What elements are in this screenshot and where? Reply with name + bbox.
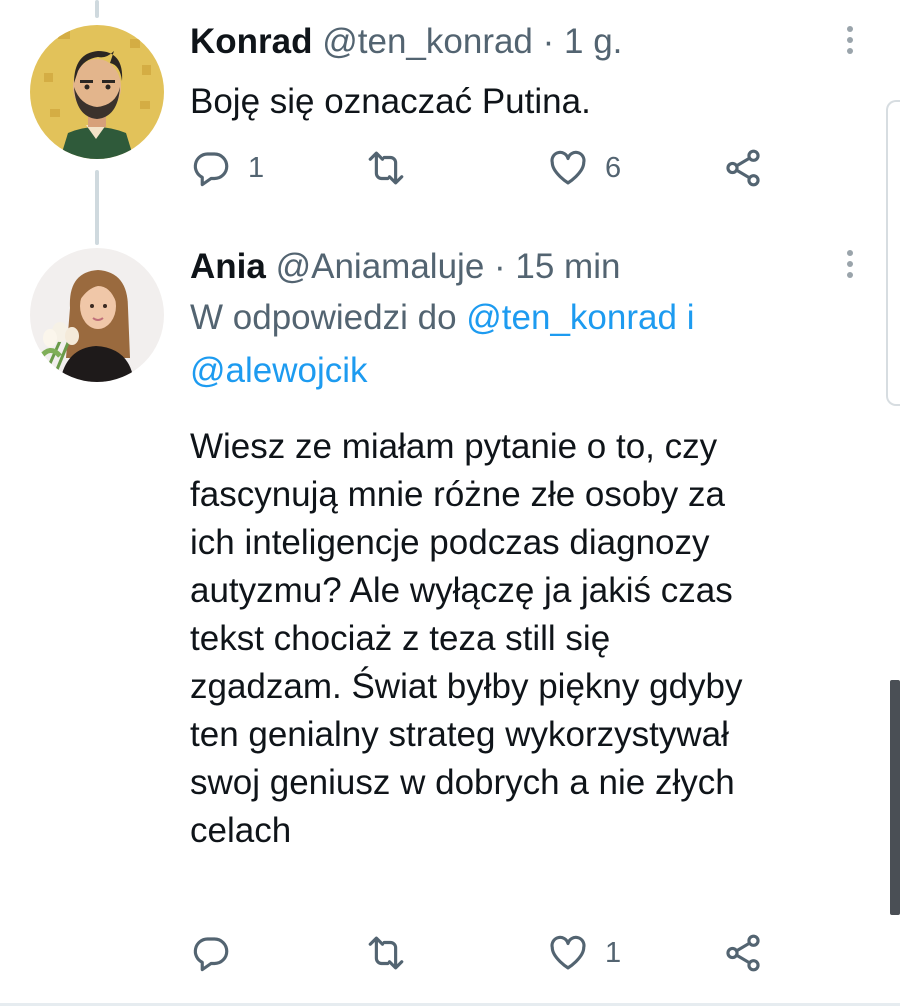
more-vertical-icon: [847, 250, 853, 256]
tweet-text: Boję się oznaczać Putina.: [190, 82, 591, 121]
like-button[interactable]: 6: [547, 145, 621, 191]
reply-count: 1: [248, 151, 265, 184]
avatar-konrad-image: [30, 25, 164, 159]
reply-icon: [193, 937, 229, 972]
like-count: 6: [605, 151, 622, 184]
reply-context: W odpowiedzi do @ten_konrad i @alewojcik: [190, 291, 840, 397]
more-dot: [847, 37, 853, 43]
timestamp[interactable]: 1 g.: [564, 22, 622, 61]
reply-prefix: W odpowiedzi do: [190, 298, 457, 337]
more-options-button[interactable]: [843, 250, 857, 278]
tweet-actions: 1: [190, 930, 790, 976]
tweet-text-line: autyzmu? Ale wyłączę ja jakiś czas: [190, 571, 733, 610]
more-vertical-icon: [847, 26, 853, 32]
share-button[interactable]: [722, 930, 764, 976]
reply-icon: [193, 152, 229, 187]
display-name[interactable]: Ania: [190, 247, 266, 286]
retweet-icon: [368, 151, 404, 185]
heart-icon: [550, 150, 586, 185]
tweet-text-line: zgadzam. Świat byłby piękny gdyby: [190, 667, 743, 706]
more-dot: [847, 261, 853, 267]
tweet-header: Ania @Aniamaluje · 15 min: [190, 247, 840, 287]
header-separator: ·: [494, 247, 506, 286]
tweet-ania[interactable]: Ania @Aniamaluje · 15 min W odpowiedzi d…: [0, 220, 900, 1003]
reply-button[interactable]: 1: [190, 145, 264, 191]
avatar-konrad[interactable]: [30, 25, 164, 159]
tweet-text-line: swoj geniusz w dobrych a nie złych: [190, 763, 735, 802]
retweet-button[interactable]: [365, 145, 407, 191]
user-handle[interactable]: @Aniamaluje: [276, 247, 485, 286]
tweet-text: Wiesz ze miałam pytanie o to, czy fascyn…: [190, 423, 840, 855]
avatar-ania[interactable]: [30, 248, 164, 382]
tweet-text-line: Wiesz ze miałam pytanie o to, czy: [190, 427, 718, 466]
user-handle[interactable]: @ten_konrad: [322, 22, 533, 61]
heart-icon: [550, 935, 586, 970]
tweet-text-line: ten genialny strateg wykorzystywał: [190, 715, 729, 754]
reply-conjunction[interactable]: i: [687, 298, 695, 337]
share-button[interactable]: [722, 145, 764, 191]
reply-button[interactable]: [190, 930, 248, 976]
more-options-button[interactable]: [843, 26, 857, 54]
avatar-ania-image: [30, 248, 164, 382]
tweet-header: Konrad @ten_konrad · 1 g.: [190, 22, 840, 62]
more-dot: [847, 48, 853, 54]
tweet-text-line: celach: [190, 811, 292, 850]
retweet-icon: [368, 936, 404, 970]
tweet-actions: 1 6: [190, 145, 790, 191]
tweet-text-line: fascynują mnie różne złe osoby za: [190, 475, 725, 514]
display-name[interactable]: Konrad: [190, 22, 313, 61]
share-icon: [726, 149, 760, 187]
retweet-button[interactable]: [365, 930, 407, 976]
like-button[interactable]: 1: [547, 930, 621, 976]
tweet-text-line: tekst chociaż z teza still się: [190, 619, 611, 658]
more-dot: [847, 272, 853, 278]
timestamp[interactable]: 15 min: [515, 247, 620, 286]
header-separator: ·: [542, 22, 555, 61]
share-icon: [726, 934, 760, 972]
reply-mention-link[interactable]: @alewojcik: [190, 351, 368, 390]
tweet-konrad[interactable]: Konrad @ten_konrad · 1 g. Boję się oznac…: [0, 0, 900, 220]
reply-mention-link[interactable]: @ten_konrad: [466, 298, 677, 337]
like-count: 1: [605, 936, 622, 969]
tweet-text-line: ich inteligencje podczas diagnozy: [190, 523, 710, 562]
